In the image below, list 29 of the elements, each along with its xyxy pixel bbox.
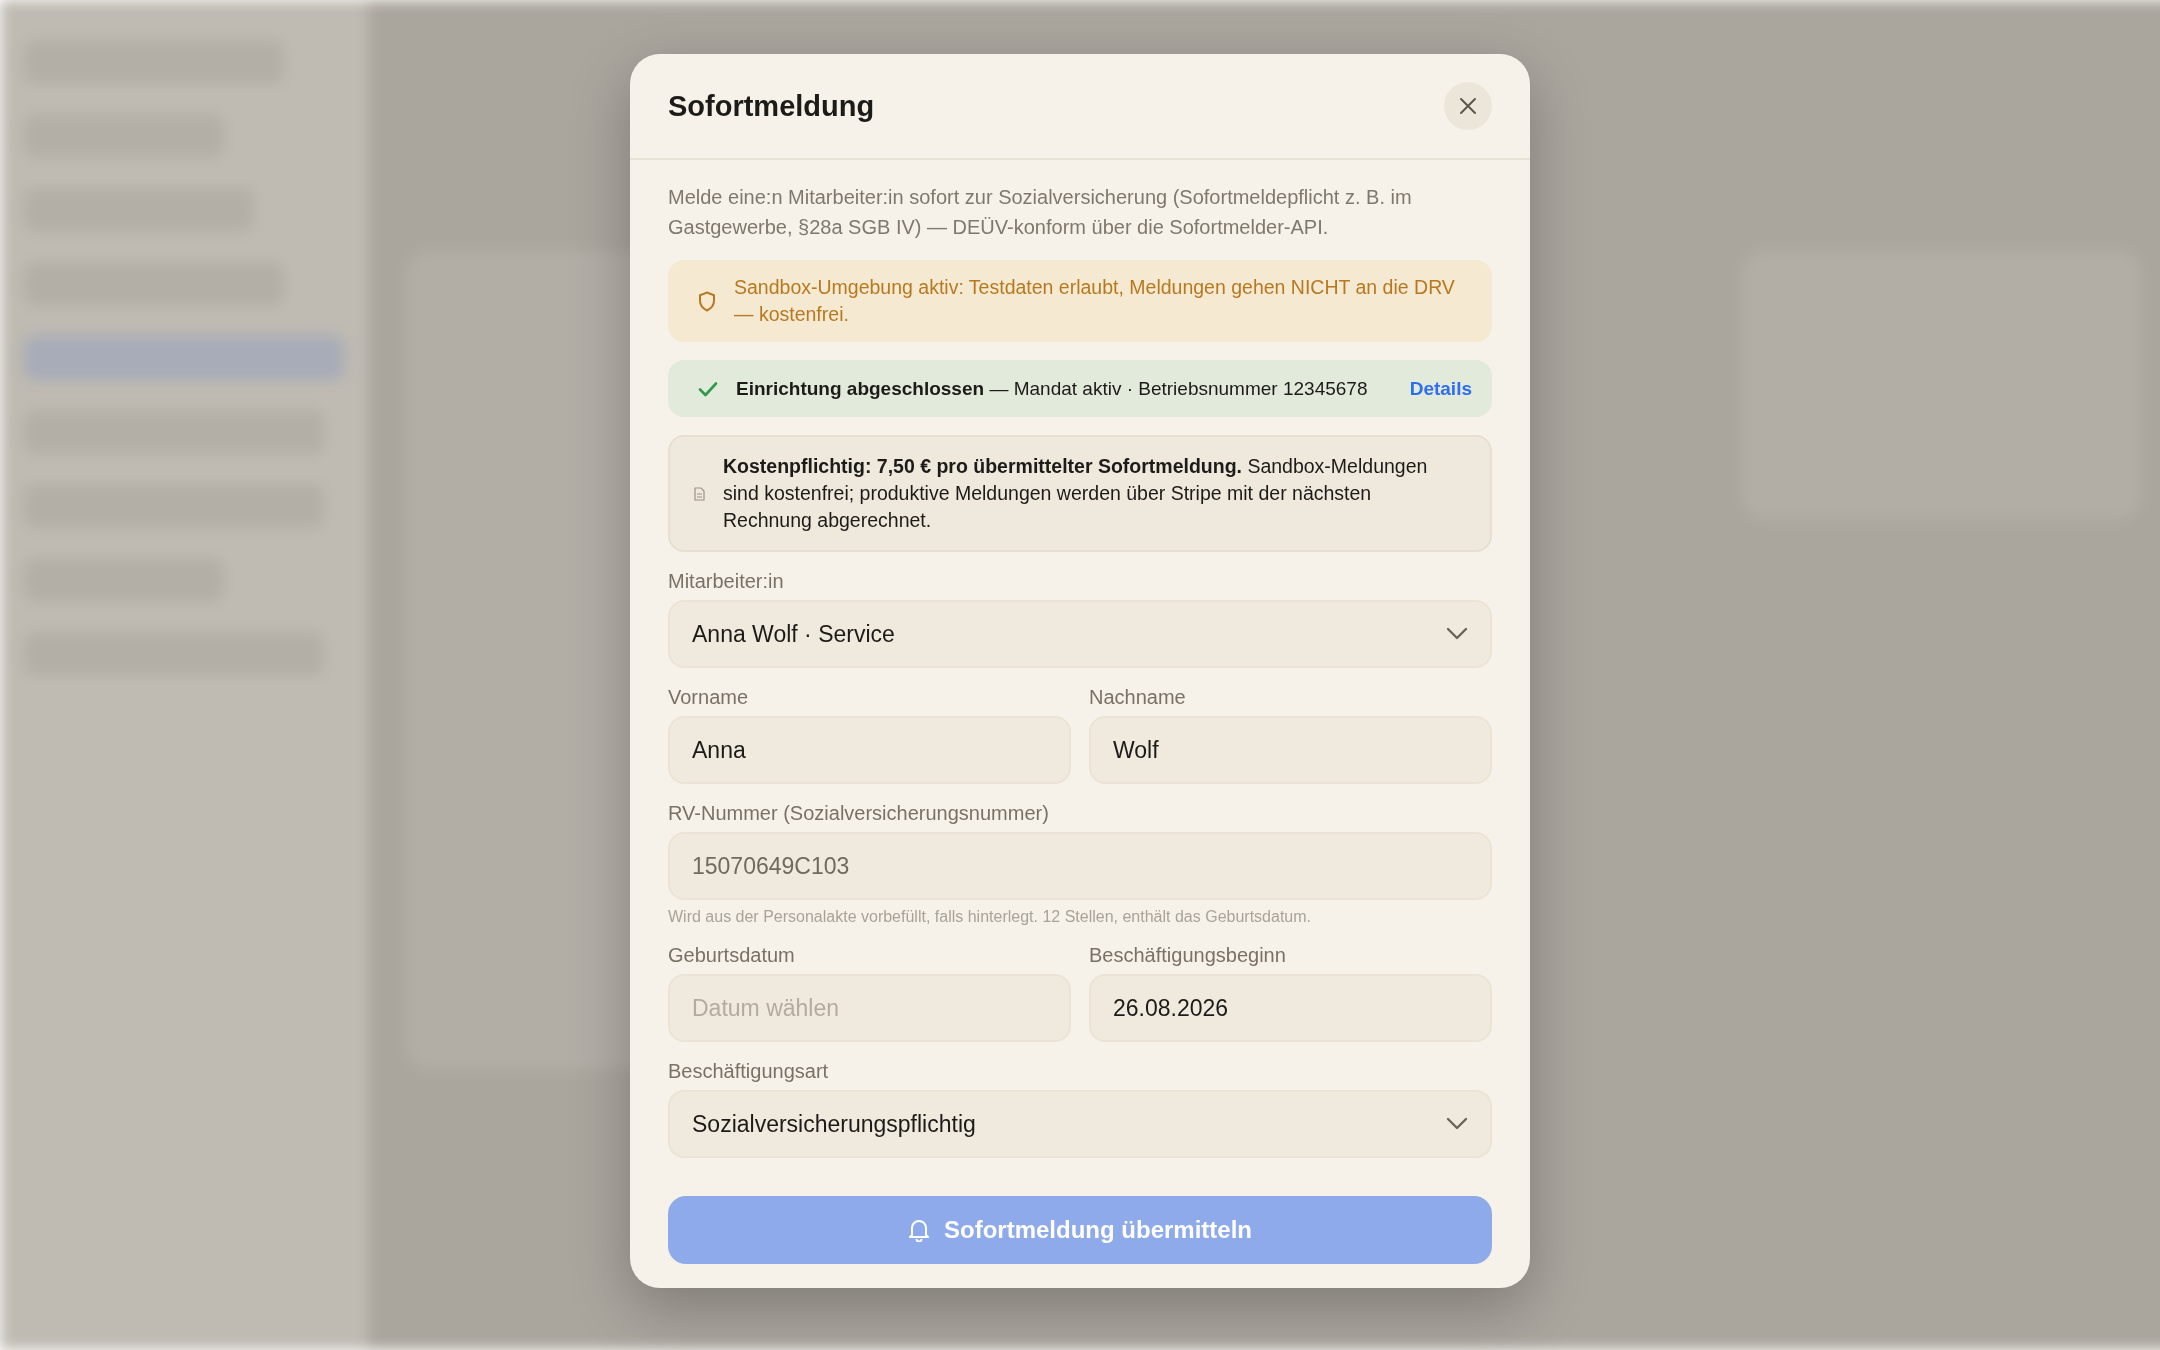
field-label: Vorname [668, 686, 750, 708]
bell-icon [908, 1218, 930, 1242]
field-label: Beschäftigungsbeginn [1089, 944, 1287, 966]
field-label: Mitarbeiter:in [668, 570, 785, 592]
document-icon [694, 486, 705, 501]
input-field[interactable]: Anna [668, 716, 1071, 784]
field-label: RV-Nummer (Sozialversicherungsnummer) [668, 802, 1050, 824]
notice-text: Sandbox-Umgebung aktiv: Testdaten erlaubt, Meldungen gehen NICHT an die DRV — kostenfrei. [734, 275, 1456, 327]
input-field[interactable]: Wolf [1089, 716, 1492, 784]
input-field[interactable]: 26.08.2026 [1089, 974, 1492, 1042]
field-label: Beschäftigungsart [668, 1060, 830, 1082]
select-field[interactable]: Anna Wolf · Service [668, 600, 1492, 668]
chevron-down-icon [1446, 1117, 1468, 1131]
notice-text: Einrichtung abgeschlossen — Mandat aktiv · Betriebsnummer 12345678 [736, 377, 1369, 401]
field-label: Geburtsdatum [668, 944, 796, 966]
input-field[interactable]: 15070649C103 [668, 832, 1492, 900]
chevron-down-icon [1446, 627, 1468, 641]
shield-icon [698, 290, 716, 312]
close-button[interactable] [1444, 82, 1492, 130]
select-field[interactable]: Sozialversicherungspflichtig [668, 1090, 1492, 1158]
details-link[interactable]: Details [1409, 377, 1472, 400]
close-icon [1459, 97, 1477, 115]
notice-text: Kostenpflichtig: 7,50 € pro übermittelter Sofortmeldung. Sandbox-Meldungen sind kostenfrei; produktive Meldungen werden über Stripe mit der nächsten Rechnung abgerechnet. [723, 454, 1429, 533]
intro-text: Melde eine:n Mitarbeiter:in sofort zur Sozialversicherung (Sofortmeldepflicht z. B. im Gastgewerbe, §28a SGB IV) — DEÜV-konform über die Sofortmelder-API. [668, 185, 1413, 240]
hint-text: Wird aus der Personalakte vorbefüllt, falls hinterlegt. 12 Stellen, enthält das Geburtsdatum. [668, 908, 1312, 926]
dialog-title: Sofortmeldung [668, 89, 875, 123]
field-label: Nachname [1089, 686, 1187, 708]
check-icon [698, 380, 718, 397]
input-field[interactable]: Datum wählen [668, 974, 1071, 1042]
